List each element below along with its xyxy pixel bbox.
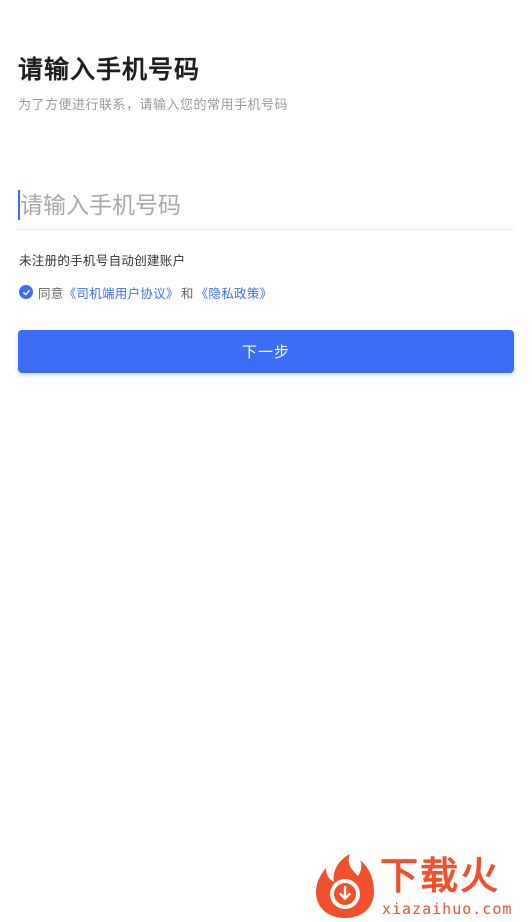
agreement-prefix: 同意 xyxy=(38,285,64,301)
auto-register-hint: 未注册的手机号自动创建账户 xyxy=(19,253,186,268)
user-agreement-link[interactable]: 《司机端用户协议》 xyxy=(64,283,179,302)
privacy-policy-link[interactable]: 《隐私政策》 xyxy=(196,283,273,302)
agreement-and: 和 xyxy=(180,285,194,301)
page-subtitle: 为了方便进行联系，请输入您的常用手机号码 xyxy=(18,98,289,113)
check-circle-icon[interactable] xyxy=(19,285,33,299)
watermark-brand: 下载火 xyxy=(380,854,501,898)
phone-field[interactable] xyxy=(18,186,516,230)
watermark: 下载火 xiazaihuo.com xyxy=(312,852,530,920)
flame-download-icon xyxy=(316,854,374,918)
page-title: 请输入手机号码 xyxy=(18,55,201,84)
agreement-row: 同意 《司机端用户协议》 和 《隐私政策》 xyxy=(19,283,272,301)
phone-input[interactable] xyxy=(18,186,516,226)
watermark-domain: xiazaihuo.com xyxy=(382,900,513,918)
next-button[interactable]: 下一步 xyxy=(18,330,514,373)
